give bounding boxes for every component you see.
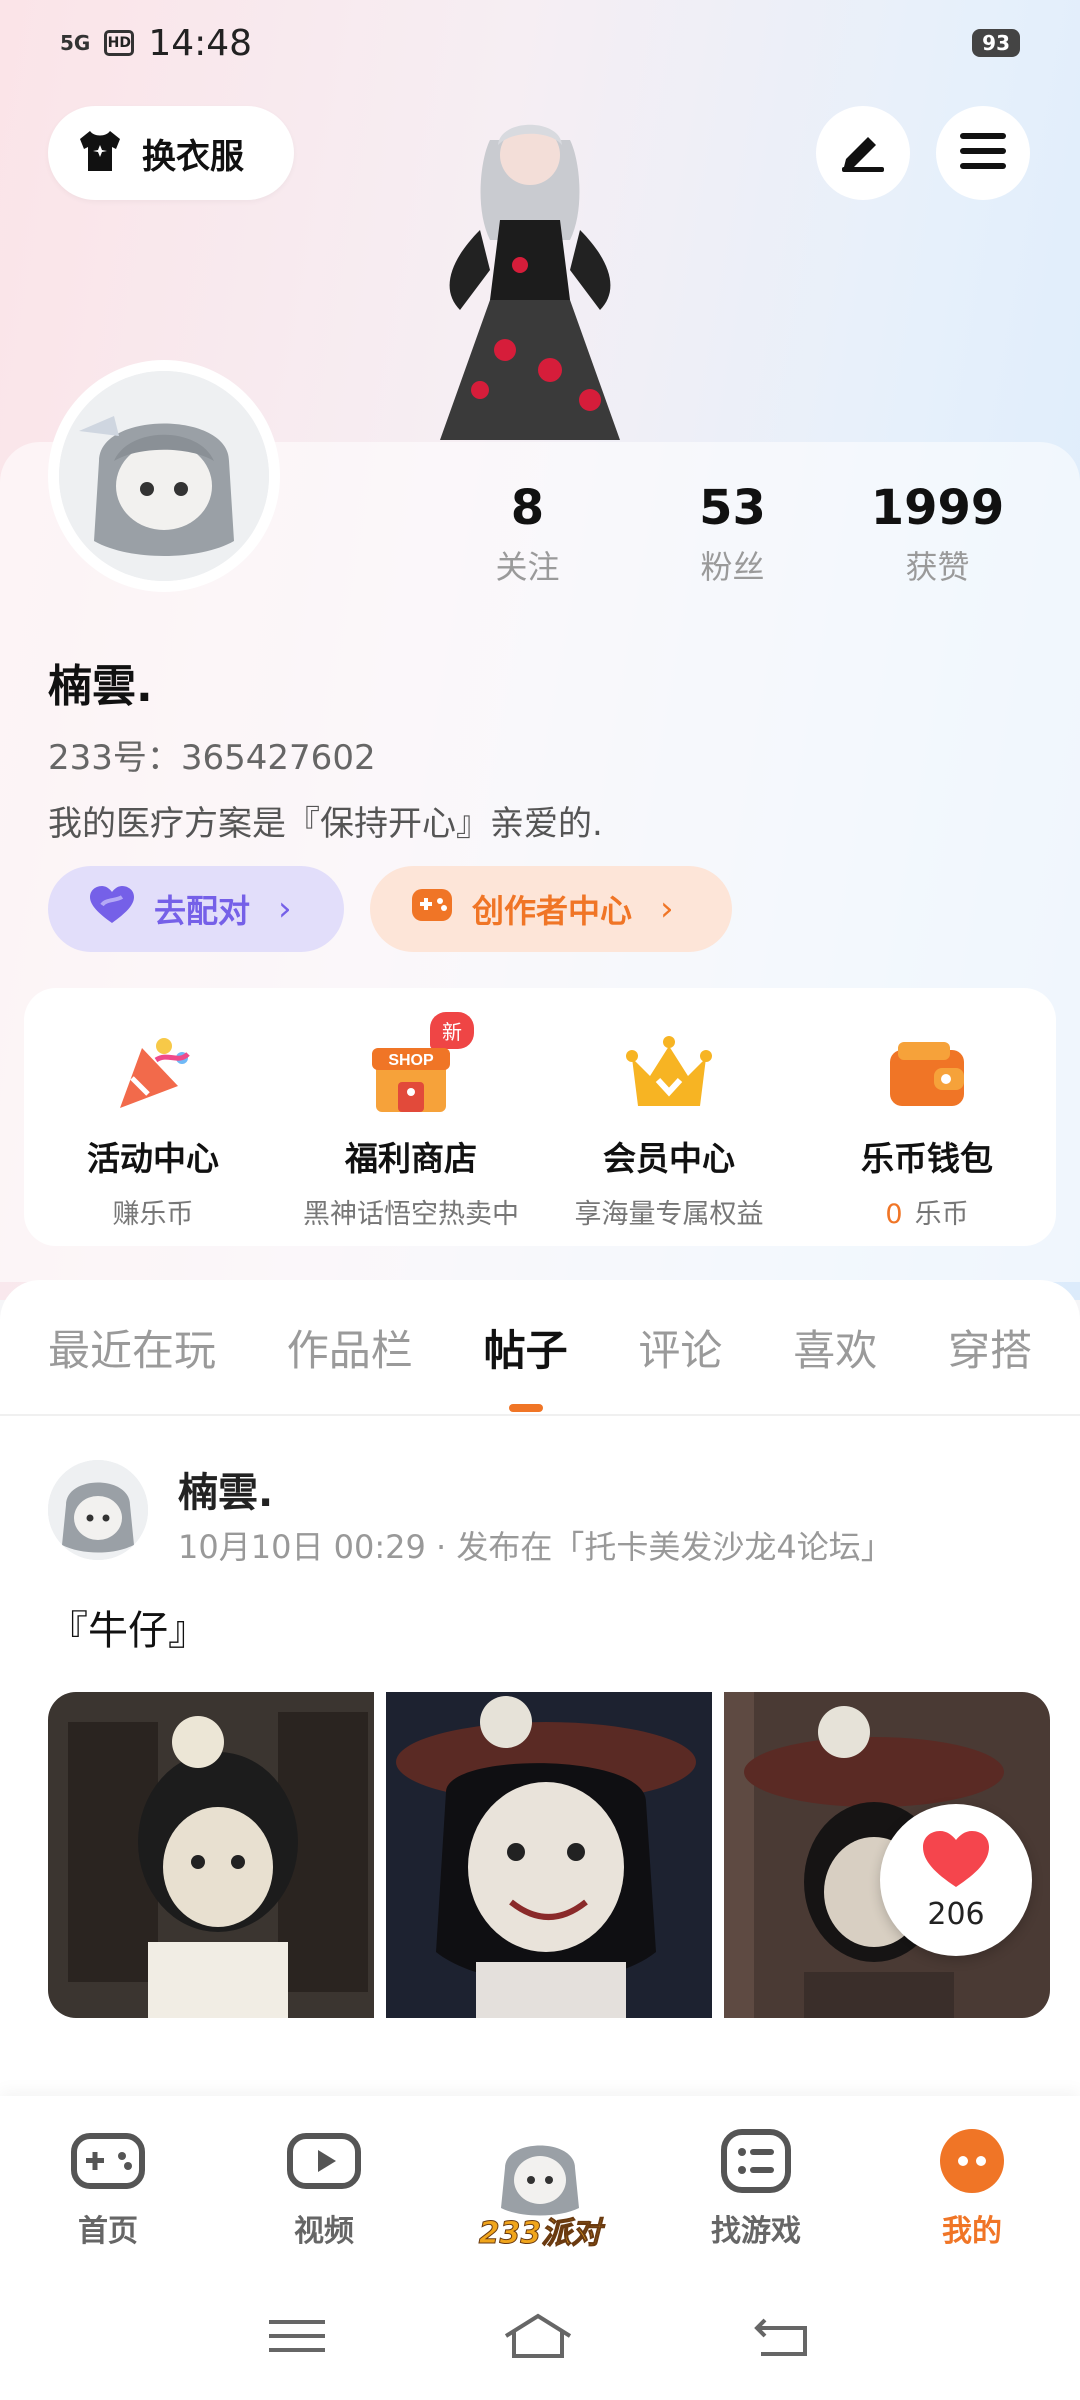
nav-home[interactable]: 首页 [0, 2096, 216, 2276]
menu-button[interactable] [936, 106, 1030, 200]
feature-title: 会员中心 [603, 1139, 735, 1178]
feature-subtitle: 0 乐币 [798, 1192, 1056, 1231]
tab-recent-played[interactable]: 最近在玩 [48, 1317, 216, 1378]
feature-title: 乐币钱包 [861, 1139, 993, 1178]
stat-following[interactable]: 8 关注 [425, 480, 630, 588]
heart-icon [921, 1829, 991, 1893]
avatar-figure[interactable] [420, 100, 640, 440]
stat-label: 获赞 [905, 548, 970, 586]
clock: 14:48 [148, 22, 253, 64]
user-id: 233号：365427602 [48, 738, 376, 778]
list-icon [718, 2129, 794, 2198]
shirt-icon [76, 129, 124, 177]
content-panel: 最近在玩 作品栏 帖子 评论 喜欢 穿搭 楠雲. 10月10日 00:29 · … [0, 1280, 1080, 2100]
creator-center-label: 创作者中心 [472, 892, 633, 930]
like-count: 206 [927, 1896, 985, 1932]
feature-shortcuts: 活动中心 赚乐币 新 SHOP 福利商店 黑神话悟空热卖中 会员中心 享海量专属… [24, 988, 1056, 1246]
user-name: 楠雲. [48, 661, 153, 712]
stat-label: 粉丝 [700, 548, 765, 586]
stat-likes[interactable]: 1999 获赞 [835, 480, 1040, 588]
profile-stats: 8 关注 53 粉丝 1999 获赞 [425, 480, 1040, 588]
network-indicator: 5G [60, 31, 91, 55]
shop-sign-text: SHOP [388, 1052, 434, 1069]
nav-me[interactable]: 我的 [864, 2096, 1080, 2276]
post-author-avatar[interactable] [48, 1460, 148, 1560]
post-title: 『牛仔』 [48, 1608, 208, 1654]
bottom-navigation: 首页 视频 233派对 找游戏 我的 [0, 2096, 1080, 2276]
system-navigation-bar [0, 2276, 1080, 2400]
battery-indicator: 93 [972, 29, 1020, 57]
tab-likes[interactable]: 喜欢 [793, 1317, 877, 1378]
tab-posts[interactable]: 帖子 [484, 1317, 568, 1378]
feature-subtitle: 赚乐币 [112, 1199, 194, 1230]
chevron-right-icon: › [278, 889, 292, 929]
post-image[interactable] [386, 1692, 712, 2018]
pen-icon [838, 129, 888, 177]
nav-party[interactable]: 233派对 [432, 2096, 648, 2276]
menu-icon [960, 131, 1006, 175]
profile-face-icon [937, 2129, 1007, 2198]
party-popper-icon [108, 1028, 198, 1118]
post-meta: 10月10日 00:29 · 发布在「托卡美发沙龙4论坛」 [178, 1528, 893, 1566]
like-float-button[interactable]: 206 [880, 1804, 1032, 1956]
stat-followers[interactable]: 53 粉丝 [630, 480, 835, 588]
heart-icon [88, 885, 136, 933]
change-outfit-button[interactable]: 换衣服 [48, 106, 294, 200]
feature-activity-center[interactable]: 活动中心 赚乐币 [24, 988, 282, 1246]
avatar-illustration [59, 371, 269, 581]
wallet-icon [882, 1028, 972, 1118]
match-label: 去配对 [154, 892, 251, 930]
shop-icon: SHOP [366, 1028, 456, 1118]
feature-coin-wallet[interactable]: 乐币钱包 0 乐币 [798, 988, 1056, 1246]
back-icon[interactable] [751, 2312, 811, 2364]
coin-balance: 0 [885, 1199, 903, 1230]
profile-tabs: 最近在玩 作品栏 帖子 评论 喜欢 穿搭 [0, 1280, 1080, 1416]
gamepad-icon [70, 2133, 146, 2198]
feature-vip-center[interactable]: 会员中心 享海量专属权益 [540, 988, 798, 1246]
match-button[interactable]: 去配对 › [48, 866, 344, 952]
stat-number: 8 [510, 480, 545, 536]
gamepad-icon [410, 885, 454, 933]
post-gallery: 206 [48, 1692, 1050, 2018]
tab-comments[interactable]: 评论 [638, 1317, 722, 1378]
tab-works[interactable]: 作品栏 [287, 1317, 413, 1378]
nav-label: 233派对 [478, 2216, 602, 2252]
change-outfit-label: 换衣服 [142, 136, 244, 177]
nav-find-games[interactable]: 找游戏 [648, 2096, 864, 2276]
tab-outfits[interactable]: 穿搭 [948, 1317, 1032, 1378]
nav-label: 首页 [78, 2214, 138, 2249]
nav-label: 我的 [942, 2214, 1002, 2249]
post-image[interactable] [48, 1692, 374, 2018]
edit-profile-button[interactable] [816, 106, 910, 200]
feature-title: 活动中心 [87, 1139, 219, 1178]
coin-unit: 乐币 [914, 1199, 969, 1230]
stat-number: 53 [699, 480, 766, 536]
feature-subtitle: 享海量专属权益 [574, 1199, 764, 1230]
nav-label: 找游戏 [711, 2214, 801, 2249]
user-bio: 我的医疗方案是『保持开心』亲爱的. [48, 804, 603, 844]
status-bar: 5G HD 14:48 93 [60, 18, 1020, 68]
home-icon[interactable] [502, 2312, 574, 2364]
hd-indicator: HD [104, 30, 135, 56]
video-icon [286, 2133, 362, 2198]
chevron-right-icon: › [660, 889, 674, 929]
crown-icon [624, 1028, 714, 1118]
feature-subtitle: 黑神话悟空热卖中 [303, 1199, 519, 1230]
stat-label: 关注 [495, 548, 560, 586]
stat-number: 1999 [870, 480, 1005, 536]
feature-welfare-shop[interactable]: 新 SHOP 福利商店 黑神话悟空热卖中 [282, 988, 540, 1246]
creator-center-button[interactable]: 创作者中心 › [370, 866, 732, 952]
recent-apps-icon[interactable] [268, 2316, 325, 2360]
feature-title: 福利商店 [345, 1139, 477, 1178]
user-avatar[interactable] [48, 360, 280, 592]
nav-video[interactable]: 视频 [216, 2096, 432, 2276]
nav-label: 视频 [294, 2214, 354, 2249]
post-author-name[interactable]: 楠雲. [178, 1460, 273, 1518]
post-image[interactable]: 206 [724, 1692, 1050, 2018]
